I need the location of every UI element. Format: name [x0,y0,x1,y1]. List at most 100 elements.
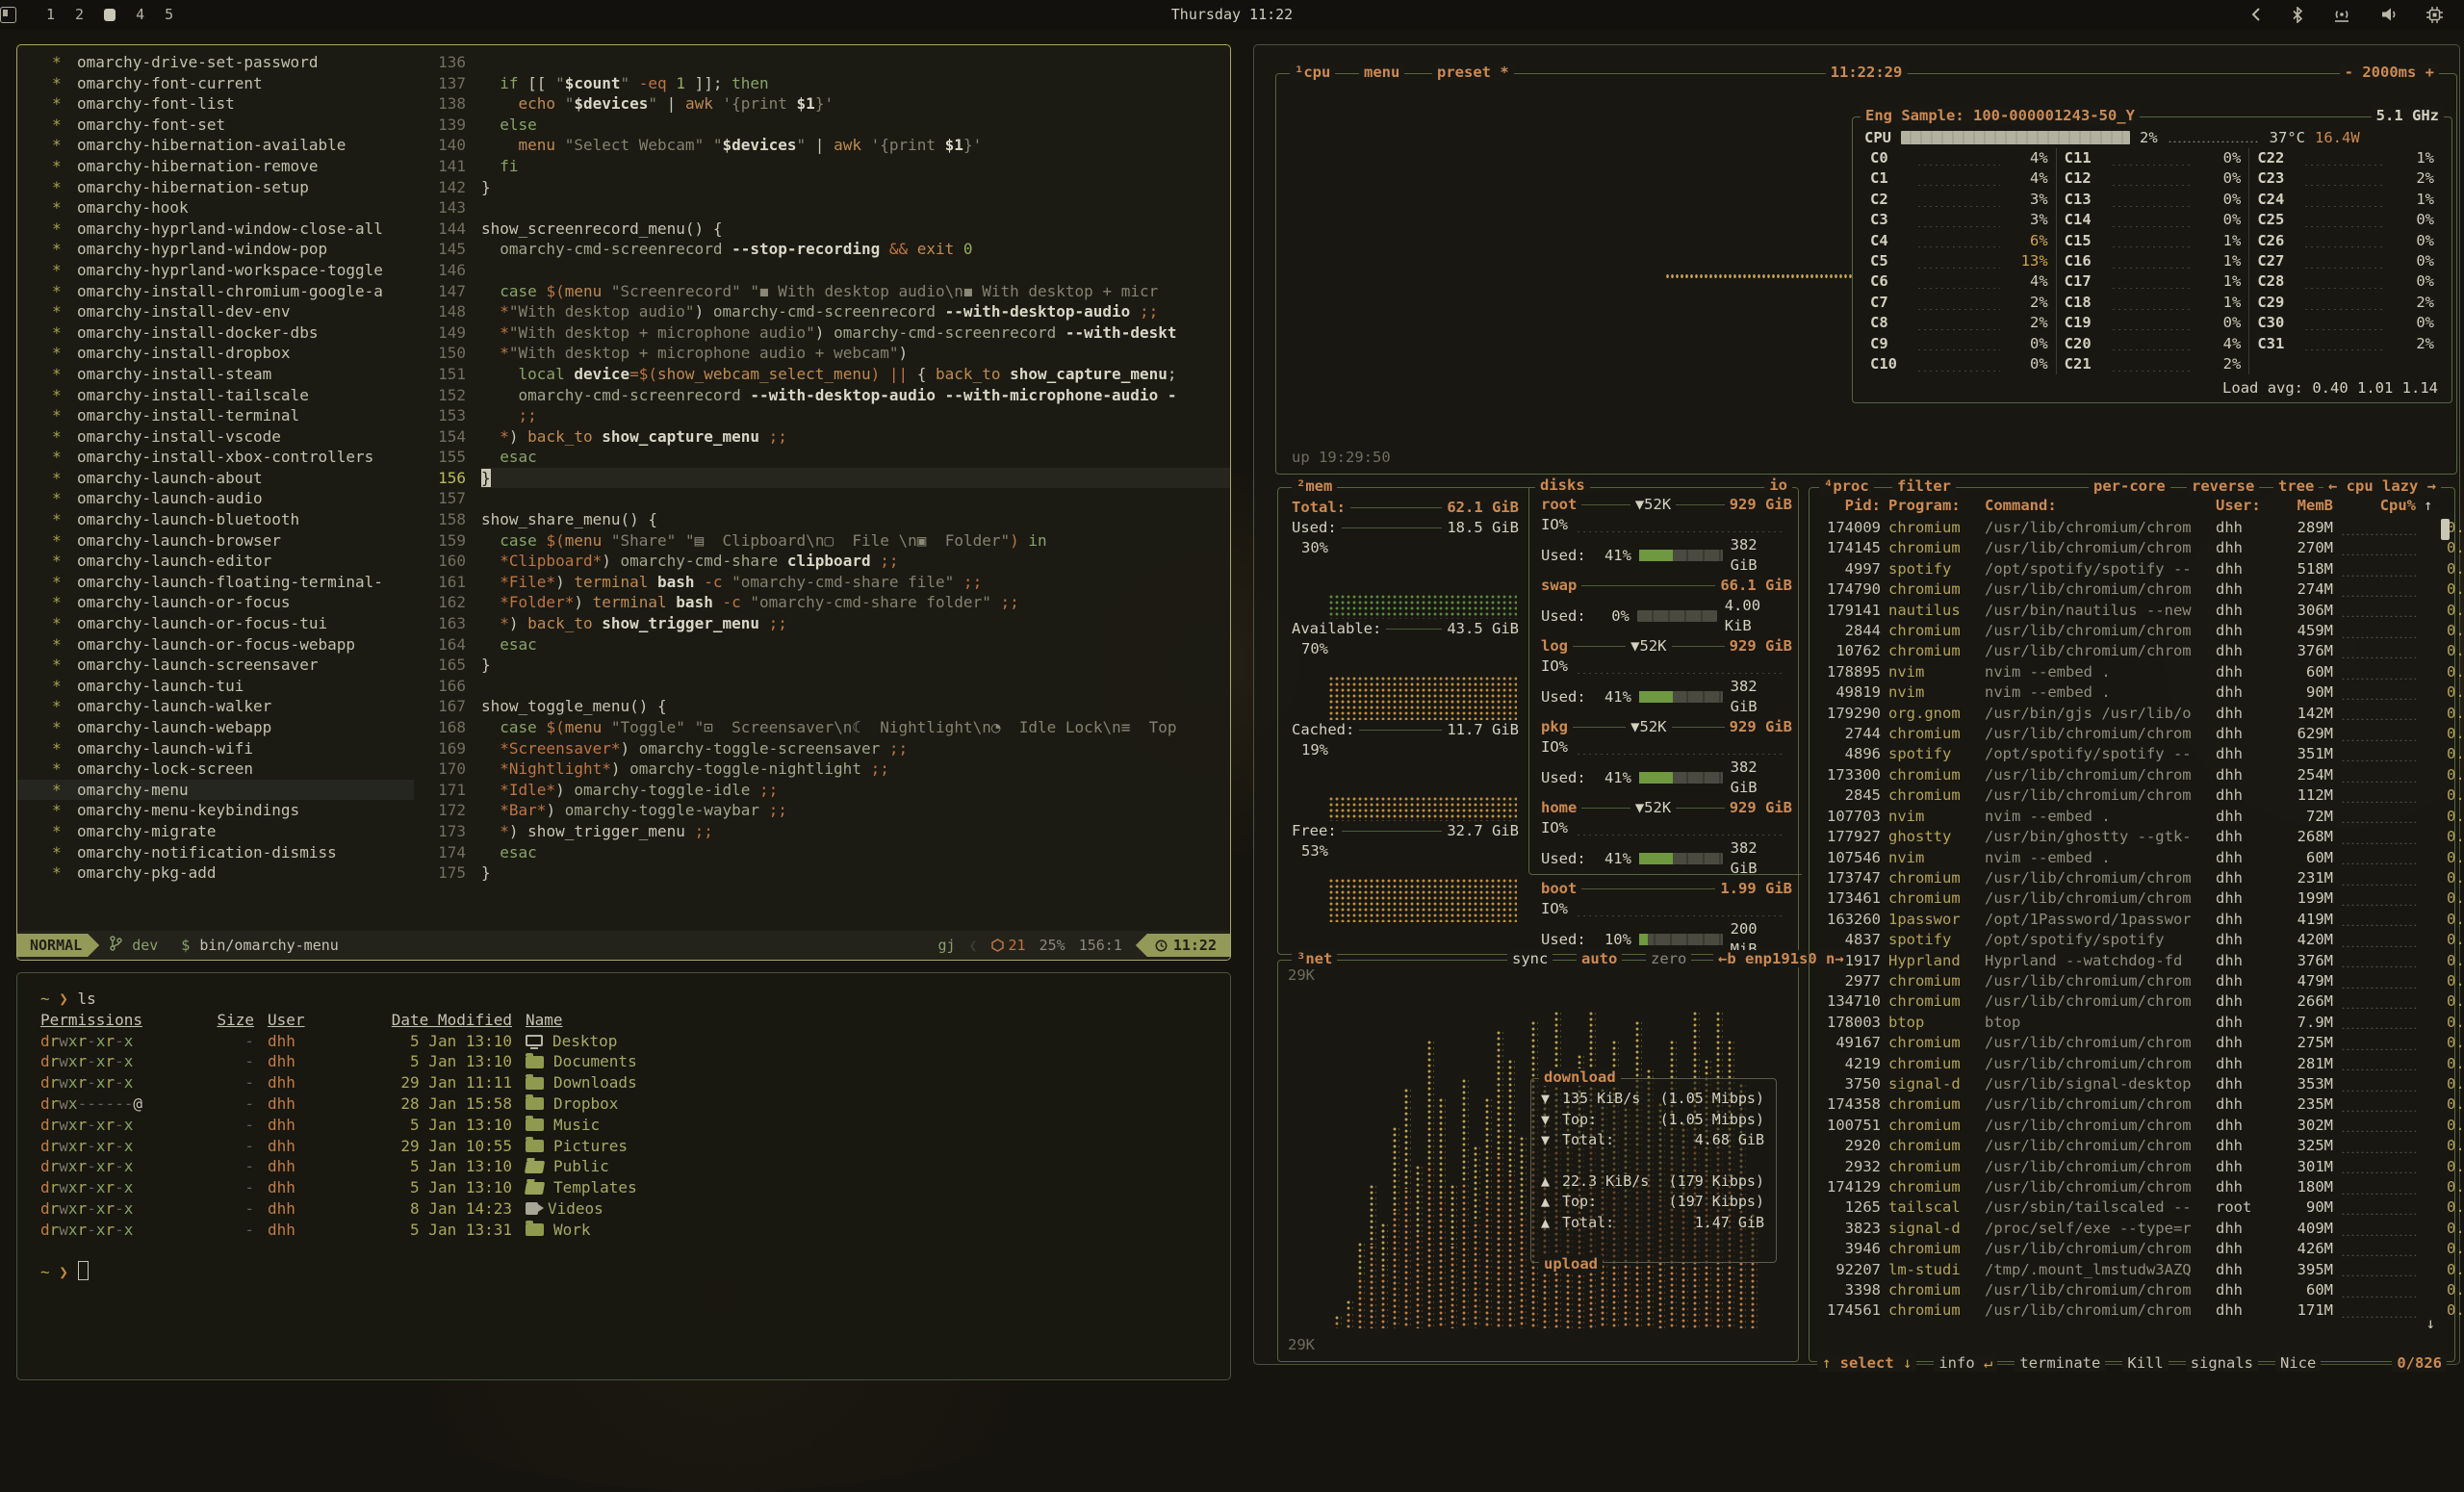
ls-row[interactable]: drwxr-xr-x-dhh 5 Jan 13:10Music [40,1115,1207,1136]
proc-row[interactable]: 49819nvimnvim --embed .dhh90M0.0 [1819,682,2449,703]
proc-row[interactable]: 92207lm-studi/tmp/.mount_lmstudw3AZQdhh3… [1819,1260,2449,1280]
ls-row[interactable]: drwxr-xr-x-dhh 5 Jan 13:10Documents [40,1051,1207,1072]
net-tab-auto[interactable]: auto [1577,950,1622,967]
proc-row[interactable]: 174145chromium/usr/lib/chromium/chromdhh… [1819,538,2449,558]
file-list-item[interactable]: *omarchy-hibernation-setup [17,177,414,198]
ls-row[interactable]: drwx------@-dhh28 Jan 15:58Dropbox [40,1093,1207,1115]
workspace-switcher[interactable]: 1245 [46,6,173,23]
file-list-item[interactable]: *omarchy-install-docker-dbs [17,322,414,344]
file-list-item[interactable]: *omarchy-menu [17,780,414,801]
file-list-item[interactable]: *omarchy-launch-audio [17,488,414,509]
chevron-left-icon[interactable] [2249,7,2263,22]
proc-row[interactable]: 134710chromium/usr/lib/chromium/chromdhh… [1819,991,2449,1012]
file-list-item[interactable]: *omarchy-font-current [17,73,414,94]
file-list-item[interactable]: *omarchy-hibernation-remove [17,156,414,177]
file-list-item[interactable]: *omarchy-menu-keybindings [17,800,414,821]
ls-row[interactable]: drwxr-xr-x-dhh 5 Jan 13:10Desktop [40,1031,1207,1052]
proc-scroll-down-icon[interactable]: ↓ [2426,1315,2435,1332]
proc-footer-action[interactable]: signals [2186,1354,2258,1372]
proc-row[interactable]: 4997spotify/opt/spotify/spotify --dhh518… [1819,559,2449,579]
ls-row[interactable]: drwxr-xr-x-dhh29 Jan 11:11Downloads [40,1072,1207,1093]
proc-row[interactable]: 2932chromium/usr/lib/chromium/chromdhh30… [1819,1157,2449,1177]
file-list-item[interactable]: *omarchy-font-set [17,115,414,136]
proc-row[interactable]: 173747chromium/usr/lib/chromium/chromdhh… [1819,868,2449,888]
file-list-item[interactable]: *omarchy-launch-screensaver [17,655,414,676]
proc-column-header[interactable]: MemB [2279,496,2333,516]
file-list-item[interactable]: *omarchy-drive-set-password [17,52,414,73]
file-list-item[interactable]: *omarchy-install-steam [17,364,414,385]
proc-row[interactable]: 174129chromium/usr/lib/chromium/chromdhh… [1819,1177,2449,1197]
file-list-item[interactable]: *omarchy-launch-browser [17,530,414,552]
proc-row[interactable]: 100751chromium/usr/lib/chromium/chromdhh… [1819,1116,2449,1136]
file-list-item[interactable]: *omarchy-launch-or-focus-tui [17,613,414,634]
proc-row[interactable]: 2845chromium/usr/lib/chromium/chromdhh11… [1819,785,2449,806]
proc-row[interactable]: 4896spotify/opt/spotify/spotify --dhh351… [1819,744,2449,764]
net-tab-zero[interactable]: zero [1646,950,1691,967]
file-list-item[interactable]: *omarchy-lock-screen [17,759,414,780]
file-list-item[interactable]: *omarchy-launch-bluetooth [17,509,414,530]
ls-row[interactable]: drwxr-xr-x-dhh 5 Jan 13:10Public [40,1156,1207,1177]
cpu-chip-icon[interactable] [2426,7,2443,23]
file-list-item[interactable]: *omarchy-launch-wifi [17,738,414,759]
file-list-item[interactable]: *omarchy-launch-about [17,468,414,489]
proc-column-header[interactable]: User: [2216,496,2272,516]
proc-row[interactable]: 178003btopbtopdhh7.9M0.0 [1819,1013,2449,1033]
proc-row[interactable]: 107546nvimnvim --embed .dhh60M0.0 [1819,848,2449,868]
proc-footer-action[interactable]: Kill [2122,1354,2168,1372]
workspace-number[interactable]: 2 [75,6,84,23]
file-list-item[interactable]: *omarchy-install-dev-env [17,301,414,322]
file-list-item[interactable]: *omarchy-install-dropbox [17,343,414,364]
proc-column-header[interactable]: Program: [1888,496,1977,516]
proc-row[interactable]: 173461chromium/usr/lib/chromium/chromdhh… [1819,888,2449,909]
file-list-item[interactable]: *omarchy-notification-dismiss [17,842,414,863]
file-list-item[interactable]: *omarchy-pkg-add [17,862,414,884]
proc-row[interactable]: 178895nvimnvim --embed .dhh60M0.0 [1819,662,2449,682]
file-list-item[interactable]: *omarchy-hook [17,197,414,219]
file-list-item[interactable]: *omarchy-launch-walker [17,696,414,717]
proc-row[interactable]: 174009chromium/usr/lib/chromium/chromdhh… [1819,518,2449,538]
proc-footer-action[interactable]: Nice [2275,1354,2321,1372]
file-list-item[interactable]: *omarchy-launch-editor [17,551,414,572]
proc-column-header[interactable]: Pid: [1819,496,1881,516]
ls-row[interactable]: drwxr-xr-x-dhh29 Jan 10:55Pictures [40,1136,1207,1157]
proc-row[interactable]: 2977chromium/usr/lib/chromium/chromdhh47… [1819,971,2449,991]
file-list-item[interactable]: *omarchy-install-terminal [17,405,414,426]
file-list-item[interactable]: *omarchy-migrate [17,821,414,842]
proc-row[interactable]: 3750signal-d/usr/lib/signal-desktopdhh35… [1819,1074,2449,1094]
file-list-item[interactable]: *omarchy-install-vscode [17,426,414,448]
net-tab-sync[interactable]: sync [1507,950,1553,967]
file-list-item[interactable]: *omarchy-install-chromium-google-a [17,281,414,302]
proc-percore-button[interactable]: per-core [2089,477,2170,495]
proc-row[interactable]: 107703nvimnvim --embed .dhh72M0.0 [1819,807,2449,827]
proc-row[interactable]: 2920chromium/usr/lib/chromium/chromdhh32… [1819,1136,2449,1156]
proc-footer-action[interactable]: terminate [2015,1354,2105,1372]
disks-io-tab[interactable]: io [1764,476,1792,494]
proc-row[interactable]: 174358chromium/usr/lib/chromium/chromdhh… [1819,1094,2449,1115]
proc-row[interactable]: 3946chromium/usr/lib/chromium/chromdhh42… [1819,1239,2449,1259]
file-list-item[interactable]: *omarchy-launch-floating-terminal- [17,572,414,593]
ls-row[interactable]: drwxr-xr-x-dhh 8 Jan 14:23Videos [40,1198,1207,1220]
proc-footer-action[interactable]: ↑ select ↓ [1817,1354,1916,1372]
ls-row[interactable]: drwxr-xr-x-dhh 5 Jan 13:10Templates [40,1177,1207,1198]
proc-row[interactable]: 10762chromium/usr/lib/chromium/chromdhh3… [1819,641,2449,661]
file-list-item[interactable]: *omarchy-install-tailscale [17,385,414,406]
workspace-number[interactable]: 5 [165,6,173,23]
btop-preset-button[interactable]: preset * [1432,64,1514,81]
file-list-item[interactable]: *omarchy-launch-tui [17,676,414,697]
proc-row[interactable]: 179141nautilus/usr/bin/nautilus --newdhh… [1819,601,2449,621]
proc-row[interactable]: 3398chromium/usr/lib/chromium/chromdhh60… [1819,1280,2449,1300]
proc-row[interactable]: 1632601passwor/opt/1Password/1passwordhh… [1819,910,2449,930]
ls-row[interactable]: drwxr-xr-x-dhh 5 Jan 13:31Work [40,1220,1207,1241]
proc-scrollbar-thumb[interactable] [2441,519,2450,540]
terminal-output[interactable]: ~ ❯ lsPermissionsSizeUserDate ModifiedNa… [17,973,1230,1299]
code-pane[interactable]: if [[ "$count" -eq 1 ]]; then echo "$dev… [481,52,1230,931]
proc-filter-button[interactable]: filter [1892,477,1956,495]
proc-row[interactable]: 2744chromium/usr/lib/chromium/chromdhh62… [1819,724,2449,744]
file-list-item[interactable]: *omarchy-hyprland-window-pop [17,239,414,260]
file-list-item[interactable]: *omarchy-launch-webapp [17,717,414,738]
file-list-item[interactable]: *omarchy-hyprland-workspace-toggle [17,260,414,281]
file-list-item[interactable]: *omarchy-font-list [17,93,414,115]
workspace-number[interactable]: 4 [136,6,144,23]
proc-row[interactable]: 4219chromium/usr/lib/chromium/chromdhh28… [1819,1054,2449,1074]
volume-icon[interactable] [2380,7,2398,22]
